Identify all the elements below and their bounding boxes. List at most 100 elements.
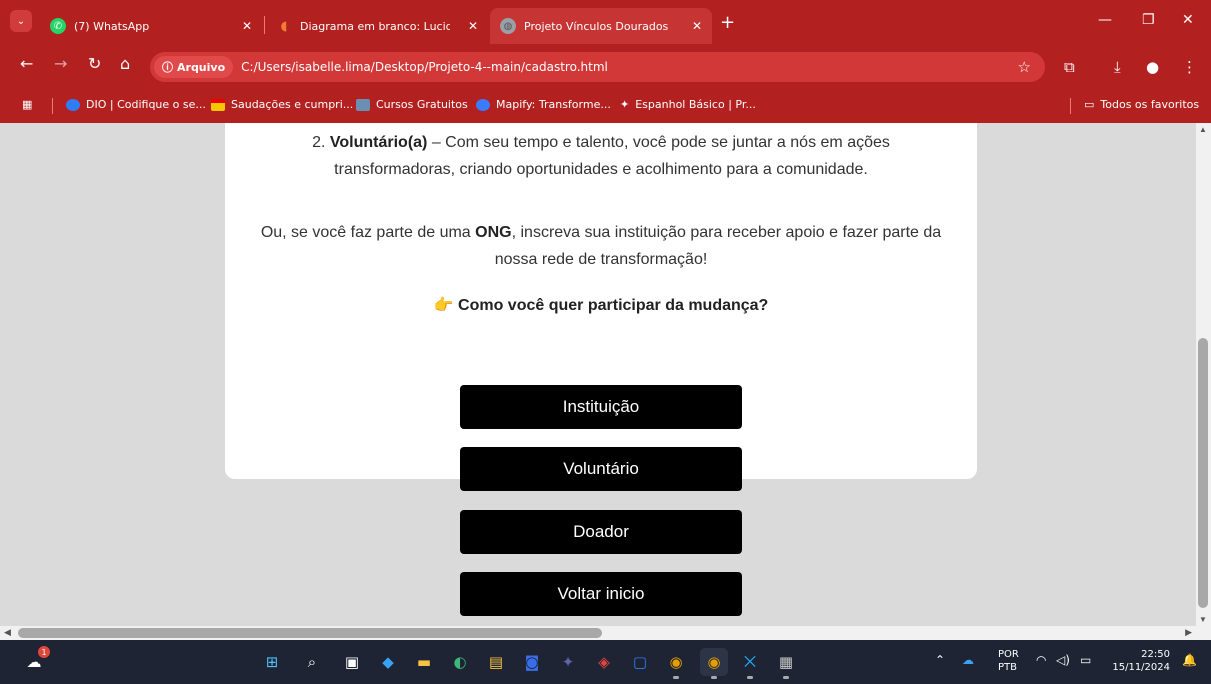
volume-icon[interactable]: ◁) xyxy=(1056,654,1070,667)
language-code: POR xyxy=(998,649,1019,660)
vertical-scrollbar[interactable]: ▲ ▼ xyxy=(1196,123,1211,626)
running-indicator xyxy=(747,676,753,679)
notifications-bell-icon[interactable]: 🔔 xyxy=(1182,654,1197,667)
language-indicator[interactable]: POR PTB xyxy=(998,648,1019,674)
chrome-icon[interactable]: ◉ xyxy=(662,648,690,679)
keyboard-layout: PTB xyxy=(998,662,1017,673)
file-explorer-icon[interactable]: ▬ xyxy=(410,648,438,676)
apps-icon[interactable]: ▦ xyxy=(22,98,32,111)
tab-search-button[interactable]: ⌄ xyxy=(10,10,32,32)
all-bookmarks-button[interactable]: ▭ Todos os favoritos xyxy=(1084,98,1199,111)
lucidchart-icon: ◖ xyxy=(280,18,288,34)
defender-icon[interactable]: ◙ xyxy=(518,648,546,676)
home-icon[interactable]: ⌂ xyxy=(120,56,130,72)
bookmark-label: Saudações e cumpri... xyxy=(231,98,354,111)
taskbar: ☁ 1 ⊞ ⌕ ▣ ◆ ▬ ◐ ▤ ◙ ✦ ◈ ▢ ◉ ◉ ⨉ ▦ ⌃ ☁ PO… xyxy=(0,640,1211,684)
close-window-icon[interactable]: ✕ xyxy=(1182,12,1194,28)
bookmark-divider xyxy=(1070,98,1071,114)
chevron-up-icon[interactable]: ⌃ xyxy=(935,654,945,667)
flag-icon xyxy=(211,98,225,111)
scheme-label: Arquivo xyxy=(177,60,226,74)
bookmark-dio[interactable]: DIO | Codifique o se... xyxy=(66,98,206,111)
whatsapp-icon: ✆ xyxy=(50,18,66,34)
forward-icon[interactable]: → xyxy=(54,56,67,72)
new-tab-button[interactable]: + xyxy=(720,14,735,32)
reload-icon[interactable]: ↻ xyxy=(88,56,101,72)
toolbar: ← → ↻ ⌂ ⓘ Arquivo C:/Users/isabelle.lima… xyxy=(0,44,1211,88)
profile-icon[interactable]: ● xyxy=(1146,58,1159,76)
close-tab-icon[interactable]: ✕ xyxy=(692,19,702,33)
doador-button[interactable]: Doador xyxy=(460,510,742,554)
ong-paragraph: Ou, se você faz parte de uma ONG, inscre… xyxy=(225,219,977,273)
ong-text-start: Ou, se você faz parte de uma xyxy=(260,224,476,241)
volunteer-paragraph: 2. Voluntário(a) – Com seu tempo e talen… xyxy=(225,129,977,183)
instituicao-button[interactable]: Instituição xyxy=(460,385,742,429)
mapify-icon xyxy=(476,98,490,111)
chevron-down-icon: ⌄ xyxy=(16,15,26,27)
voltar-inicio-button[interactable]: Voltar inicio xyxy=(460,572,742,616)
close-tab-icon[interactable]: ✕ xyxy=(242,19,252,33)
restore-icon[interactable]: ❐ xyxy=(1142,12,1155,28)
volunteer-heading: Voluntário(a) xyxy=(329,134,428,151)
store-icon[interactable]: ▤ xyxy=(482,648,510,676)
vscode-icon[interactable]: ⨉ xyxy=(736,648,764,679)
running-indicator xyxy=(711,676,717,679)
clock[interactable]: 22:50 15/11/2024 xyxy=(1112,648,1170,674)
battery-icon[interactable]: ▭ xyxy=(1080,654,1091,667)
dio-icon xyxy=(66,98,80,111)
tab-lucidchart[interactable]: ◖ Diagrama em branco: Lucidchar ✕ xyxy=(266,8,488,44)
bookmark-mapify[interactable]: Mapify: Transforme... xyxy=(476,98,611,111)
scroll-right-icon[interactable]: ▶ xyxy=(1185,627,1192,638)
scroll-left-icon[interactable]: ◀ xyxy=(4,627,11,638)
page-viewport: 2. Voluntário(a) – Com seu tempo e talen… xyxy=(0,123,1196,626)
tab-projeto-vinculos[interactable]: ◍ Projeto Vínculos Dourados ✕ xyxy=(490,8,712,44)
site-info-button[interactable]: ⓘ Arquivo xyxy=(154,56,234,78)
app-icon-red[interactable]: ◈ xyxy=(590,648,618,676)
courses-icon xyxy=(356,98,370,111)
horizontal-scrollbar[interactable]: ◀ ▶ xyxy=(0,626,1196,640)
horizontal-scroll-thumb[interactable] xyxy=(18,628,602,638)
participation-prompt: 👉 Como você quer participar da mudança? xyxy=(225,295,977,315)
running-indicator xyxy=(673,676,679,679)
bookmark-label: DIO | Codifique o se... xyxy=(86,98,206,111)
bookmark-label: Espanhol Básico | Pr... xyxy=(635,98,756,111)
copilot-icon[interactable]: ◆ xyxy=(374,648,402,676)
clock-time: 22:50 xyxy=(1141,649,1170,660)
address-bar[interactable]: ⓘ Arquivo C:/Users/isabelle.lima/Desktop… xyxy=(150,52,1045,82)
bookmark-cursos[interactable]: Cursos Gratuitos xyxy=(356,98,468,111)
bookmarks-bar: ▦ DIO | Codifique o se... Saudações e cu… xyxy=(0,88,1211,123)
volunteer-text-line2: transformadoras, criando oportunidades e… xyxy=(334,161,868,178)
windows-start-icon[interactable]: ⊞ xyxy=(258,648,286,676)
more-menu-icon[interactable]: ⋮ xyxy=(1182,58,1197,76)
bookmark-label: Cursos Gratuitos xyxy=(376,98,468,111)
edge-icon[interactable]: ◐ xyxy=(446,648,474,676)
app-icon-gray[interactable]: ▦ xyxy=(772,648,800,679)
bookmark-espanhol[interactable]: ✦ Espanhol Básico | Pr... xyxy=(620,98,756,111)
app-icon-blue[interactable]: ▢ xyxy=(626,648,654,676)
close-tab-icon[interactable]: ✕ xyxy=(468,19,478,33)
teams-icon[interactable]: ✦ xyxy=(554,648,582,676)
vertical-scroll-thumb[interactable] xyxy=(1198,338,1208,608)
voluntario-button[interactable]: Voluntário xyxy=(460,447,742,491)
clock-date: 15/11/2024 xyxy=(1112,662,1170,673)
bookmark-star-icon[interactable]: ☆ xyxy=(1018,58,1031,76)
download-icon[interactable]: ⤓ xyxy=(1114,58,1121,76)
tab-title: Projeto Vínculos Dourados xyxy=(524,19,669,33)
list-number: 2. xyxy=(312,134,330,151)
ong-text-line1: , inscreva sua instituição para receber … xyxy=(511,224,942,241)
scroll-up-icon[interactable]: ▲ xyxy=(1199,125,1207,134)
onedrive-icon[interactable]: ☁ xyxy=(962,654,974,667)
back-icon[interactable]: ← xyxy=(20,56,33,72)
weather-widget[interactable]: ☁ 1 xyxy=(20,646,50,676)
notification-badge: 1 xyxy=(38,646,50,658)
ong-text-line2: nossa rede de transformação! xyxy=(494,251,708,268)
extensions-icon[interactable]: ⧉ xyxy=(1064,58,1075,76)
minimize-icon[interactable]: — xyxy=(1098,12,1112,28)
scroll-down-icon[interactable]: ▼ xyxy=(1199,615,1207,624)
bookmark-saudacoes[interactable]: Saudações e cumpri... xyxy=(211,98,353,111)
tab-whatsapp[interactable]: ✆ (7) WhatsApp ✕ xyxy=(40,8,262,44)
task-view-icon[interactable]: ▣ xyxy=(338,648,366,676)
chrome-active-icon[interactable]: ◉ xyxy=(700,648,728,679)
search-icon[interactable]: ⌕ xyxy=(298,648,326,676)
wifi-icon[interactable]: ◠ xyxy=(1036,654,1046,667)
